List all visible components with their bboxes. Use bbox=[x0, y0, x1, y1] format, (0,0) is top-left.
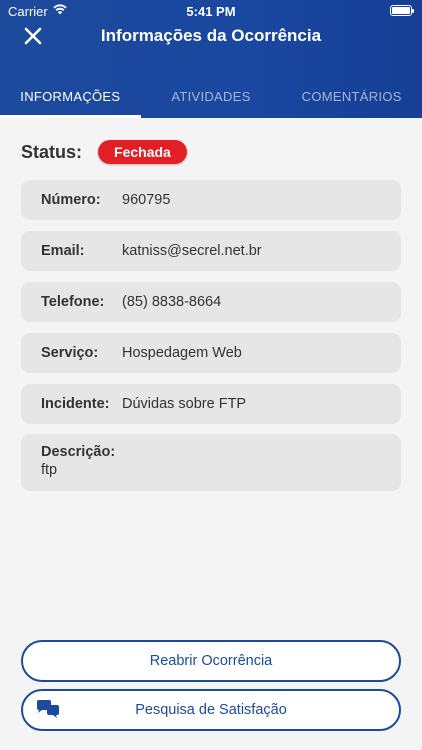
status-label: Status: bbox=[21, 141, 83, 162]
field-value: (85) 8838-8664 bbox=[122, 294, 222, 310]
tab-atividades[interactable]: ATIVIDADES bbox=[141, 80, 282, 118]
battery-icon bbox=[390, 5, 414, 16]
field-servico: Serviço: Hospedagem Web bbox=[21, 333, 401, 373]
field-label: Descrição: bbox=[41, 444, 116, 460]
chat-bubbles-icon bbox=[37, 700, 59, 718]
field-value: Hospedagem Web bbox=[122, 345, 242, 361]
status-badge: Fechada bbox=[98, 140, 187, 164]
reopen-button-label: Reabrir Ocorrência bbox=[149, 653, 273, 669]
status-bar: Carrier 5:41 PM bbox=[0, 0, 422, 22]
field-value: katniss@secrel.net.br bbox=[122, 243, 262, 259]
tab-comentarios[interactable]: COMENTÁRIOS bbox=[281, 80, 422, 118]
clock: 5:41 PM bbox=[186, 4, 236, 19]
close-icon[interactable] bbox=[22, 25, 44, 47]
field-value: Dúvidas sobre FTP bbox=[122, 396, 247, 412]
field-label: Número: bbox=[41, 192, 101, 208]
field-value: ftp bbox=[41, 462, 58, 478]
field-label: Telefone: bbox=[41, 294, 105, 310]
field-label: Incidente: bbox=[41, 396, 110, 412]
page-title: Informações da Ocorrência bbox=[100, 26, 322, 45]
field-label: Serviço: bbox=[41, 345, 99, 361]
reopen-ticket-button[interactable]: Reabrir Ocorrência bbox=[21, 640, 401, 682]
tab-bar: INFORMAÇÕES ATIVIDADES COMENTÁRIOS bbox=[0, 80, 422, 118]
field-email: Email: katniss@secrel.net.br bbox=[21, 231, 401, 271]
app-header: Carrier 5:41 PM Informações da Ocorrênci… bbox=[0, 0, 422, 118]
field-incidente: Incidente: Dúvidas sobre FTP bbox=[21, 384, 401, 424]
field-label: Email: bbox=[41, 243, 85, 259]
status-row: Status: Fechada bbox=[21, 139, 187, 165]
survey-button-label: Pesquisa de Satisfação bbox=[135, 702, 287, 718]
battery-level bbox=[392, 7, 410, 14]
tab-informacoes[interactable]: INFORMAÇÕES bbox=[0, 80, 141, 118]
field-telefone: Telefone: (85) 8838-8664 bbox=[21, 282, 401, 322]
satisfaction-survey-button[interactable]: Pesquisa de Satisfação bbox=[21, 689, 401, 731]
field-descricao: Descrição: ftp bbox=[21, 434, 401, 491]
field-value: 960795 bbox=[122, 192, 171, 208]
field-numero: Número: 960795 bbox=[21, 180, 401, 220]
